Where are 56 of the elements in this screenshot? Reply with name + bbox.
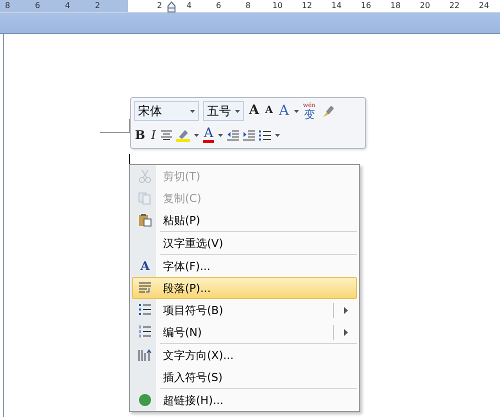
copy-icon (138, 191, 152, 205)
ruler-number: 2 (156, 0, 164, 12)
text-direction-icon (138, 348, 152, 362)
ruler-number: 10 (272, 0, 283, 12)
indent-marker[interactable] (167, 1, 176, 13)
caret-icon (194, 134, 199, 136)
caret-icon (190, 110, 195, 112)
caret-icon (218, 134, 224, 136)
shrink-font-button[interactable]: A (264, 103, 274, 119)
ruler-number: 18 (390, 0, 401, 12)
caret-icon (294, 110, 299, 112)
font-size-field[interactable]: 五号 (203, 101, 244, 121)
menu-item[interactable]: 粘贴(P) (132, 209, 357, 231)
menu-item[interactable]: 文字方向(X)... (132, 344, 357, 366)
globe-icon (138, 393, 152, 407)
ruler-number: 4 (64, 0, 72, 12)
ruler-number: 8 (244, 0, 252, 12)
menu-item[interactable]: A 字体(F)... (132, 255, 357, 277)
italic-button[interactable]: I (150, 127, 157, 143)
caret-icon (235, 110, 240, 112)
font-name-field[interactable]: 宋体 (134, 101, 199, 121)
font-color-button[interactable]: A (202, 127, 214, 143)
menu-item[interactable]: 段落(P)... (132, 277, 357, 299)
margin-corner-mark (100, 119, 132, 133)
bold-button[interactable]: B (134, 127, 146, 143)
ruler-number: 24 (478, 0, 490, 12)
bullet-list-icon[interactable] (259, 130, 272, 140)
ruler-number: 2 (94, 0, 102, 12)
bullet-list-icon (138, 303, 152, 317)
paragraph-icon (138, 281, 152, 295)
center-align-icon[interactable] (160, 130, 172, 140)
increase-indent-icon[interactable] (243, 130, 256, 140)
menu-item[interactable]: 插入符号(S) (132, 366, 357, 388)
ruler-number: 6 (214, 0, 222, 12)
menu-item[interactable]: 汉字重选(V) (132, 232, 357, 254)
menu-item[interactable]: 项目符号(B) (132, 299, 357, 321)
submenu-arrow-icon (344, 328, 348, 336)
ruler-number: 12 (302, 0, 312, 12)
menu-item[interactable]: 超链接(H)... (132, 389, 357, 411)
ruler-number: 16 (360, 0, 372, 12)
submenu-arrow-icon (344, 306, 348, 314)
ruler-number: 14 (331, 0, 342, 12)
ruler-number: 20 (420, 0, 430, 12)
styles-button[interactable]: A (278, 103, 290, 119)
scissors-icon (138, 169, 152, 183)
ruler-number: 4 (185, 0, 193, 12)
caret-icon (275, 134, 280, 136)
decrease-indent-icon[interactable] (227, 130, 240, 140)
clipboard-icon (138, 213, 152, 227)
ruler-number: 6 (34, 0, 42, 12)
ruler-number: 8 (4, 0, 12, 12)
numbered-list-icon (138, 325, 152, 339)
grow-font-button[interactable]: A (248, 103, 260, 119)
ruler-number: 22 (449, 0, 460, 12)
menu-item[interactable]: 编号(N) (132, 321, 357, 343)
font-icon: A (140, 259, 150, 273)
